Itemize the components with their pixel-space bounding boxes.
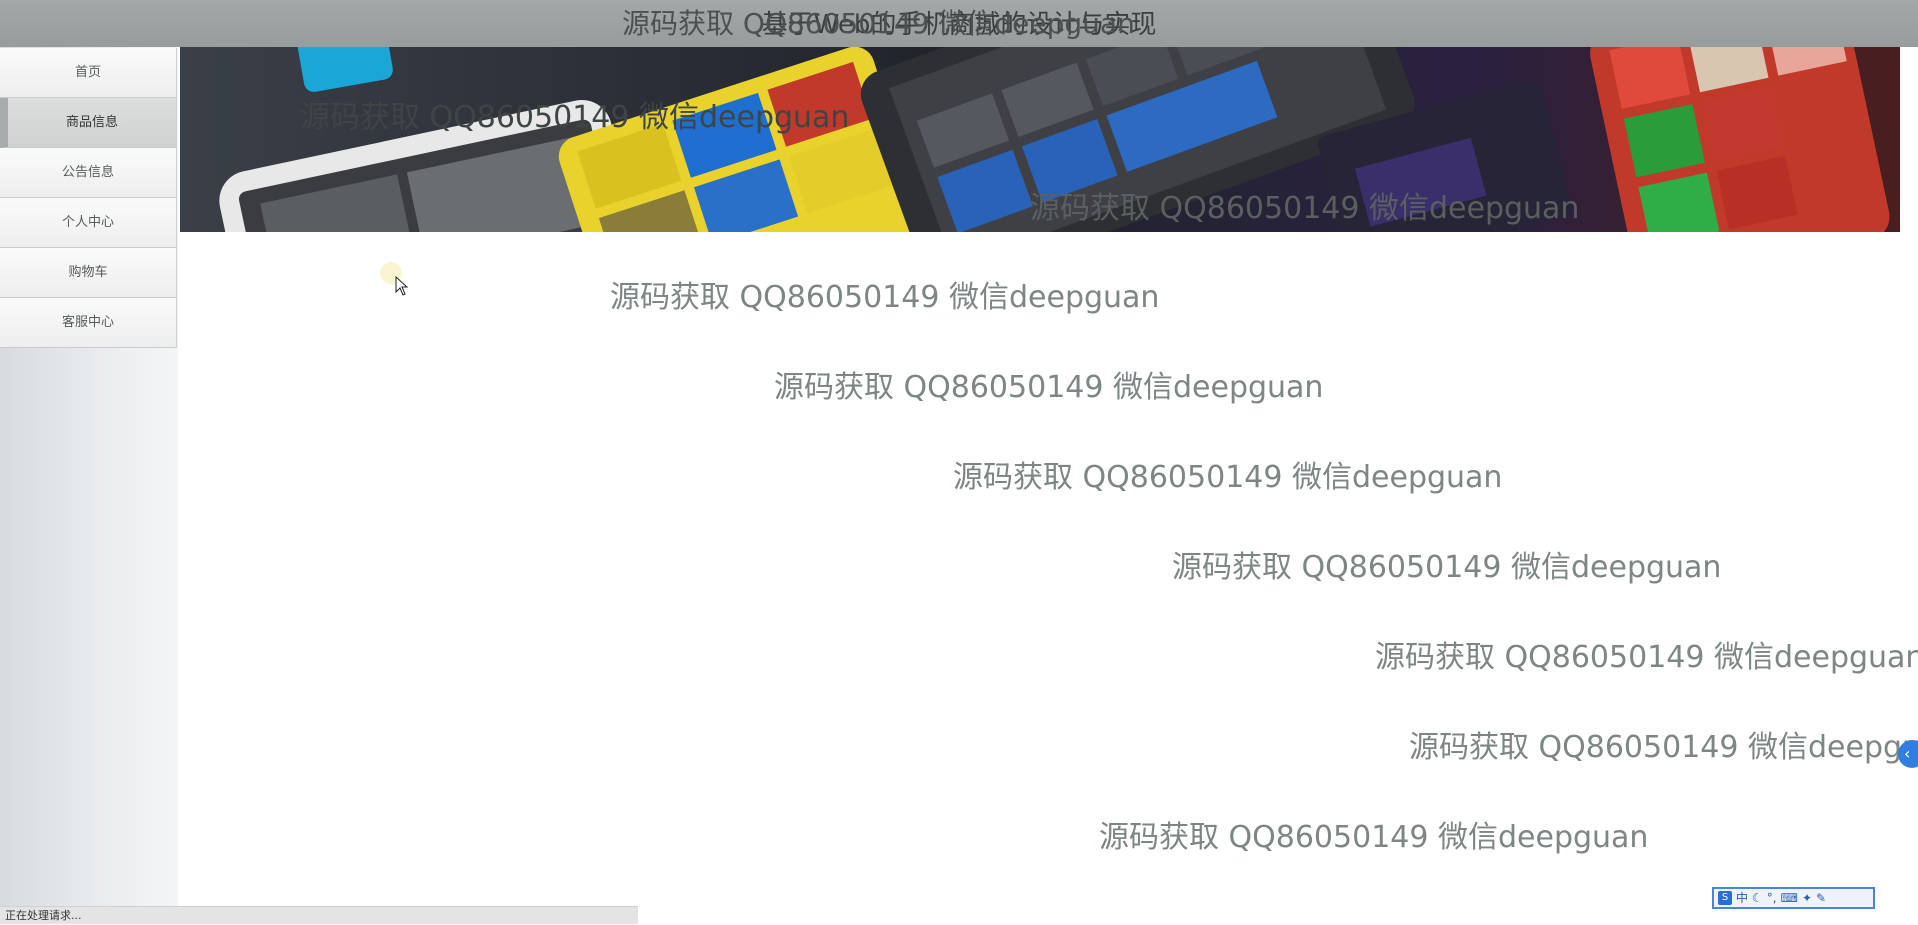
watermark-text: 源码获取 QQ86050149 微信deepguan	[1099, 820, 1649, 855]
watermark-text: 源码获取 QQ86050149 微信deepguan	[774, 370, 1324, 405]
sidebar: 首页 商品信息 公告信息 个人中心 购物车 客服中心	[0, 47, 178, 924]
watermark-text: 源码获取 QQ86050149 微信deepguan	[953, 460, 1503, 495]
watermark-text: 源码获取 QQ86050149 微信deepguan	[610, 280, 1160, 315]
sidebar-item-products[interactable]: 商品信息	[0, 98, 177, 148]
sidebar-item-personal-center[interactable]: 个人中心	[0, 198, 177, 248]
browser-status-bar: 正在处理请求...	[0, 906, 638, 924]
ime-toolbar[interactable]: S 中 ☾ °, ⌨ ✦ ✎	[1712, 887, 1875, 909]
watermark-text: 源码获取 QQ86050149 微信deepguan	[1409, 730, 1918, 765]
mouse-cursor-icon	[395, 276, 409, 296]
watermark-text: 源码获取 QQ86050149 微信deepguan	[1375, 640, 1918, 675]
punctuation-icon[interactable]: °,	[1767, 889, 1777, 907]
watermark-text: 源码获取 QQ86050149 微信deepguan	[622, 7, 1135, 40]
status-text: 正在处理请求...	[5, 909, 82, 922]
sidebar-item-customer-service[interactable]: 客服中心	[0, 298, 177, 348]
side-collapse-button[interactable]: ‹	[1898, 740, 1918, 768]
watermark-text: 源码获取 QQ86050149 微信deepguan	[300, 100, 850, 135]
watermark-text: 源码获取 QQ86050149 微信deepguan	[1172, 550, 1722, 585]
settings-icon[interactable]: ✦	[1802, 889, 1812, 907]
sidebar-item-cart[interactable]: 购物车	[0, 248, 177, 298]
sidebar-item-home[interactable]: 首页	[0, 48, 177, 98]
keyboard-icon[interactable]: ⌨	[1781, 889, 1798, 907]
moon-icon[interactable]: ☾	[1752, 889, 1763, 907]
ime-logo-icon: S	[1718, 891, 1732, 905]
watermark-text: 源码获取 QQ86050149 微信deepguan	[1030, 191, 1580, 226]
ime-mode-label[interactable]: 中	[1736, 889, 1748, 907]
sidebar-item-notices[interactable]: 公告信息	[0, 148, 177, 198]
wrench-icon[interactable]: ✎	[1816, 889, 1826, 907]
